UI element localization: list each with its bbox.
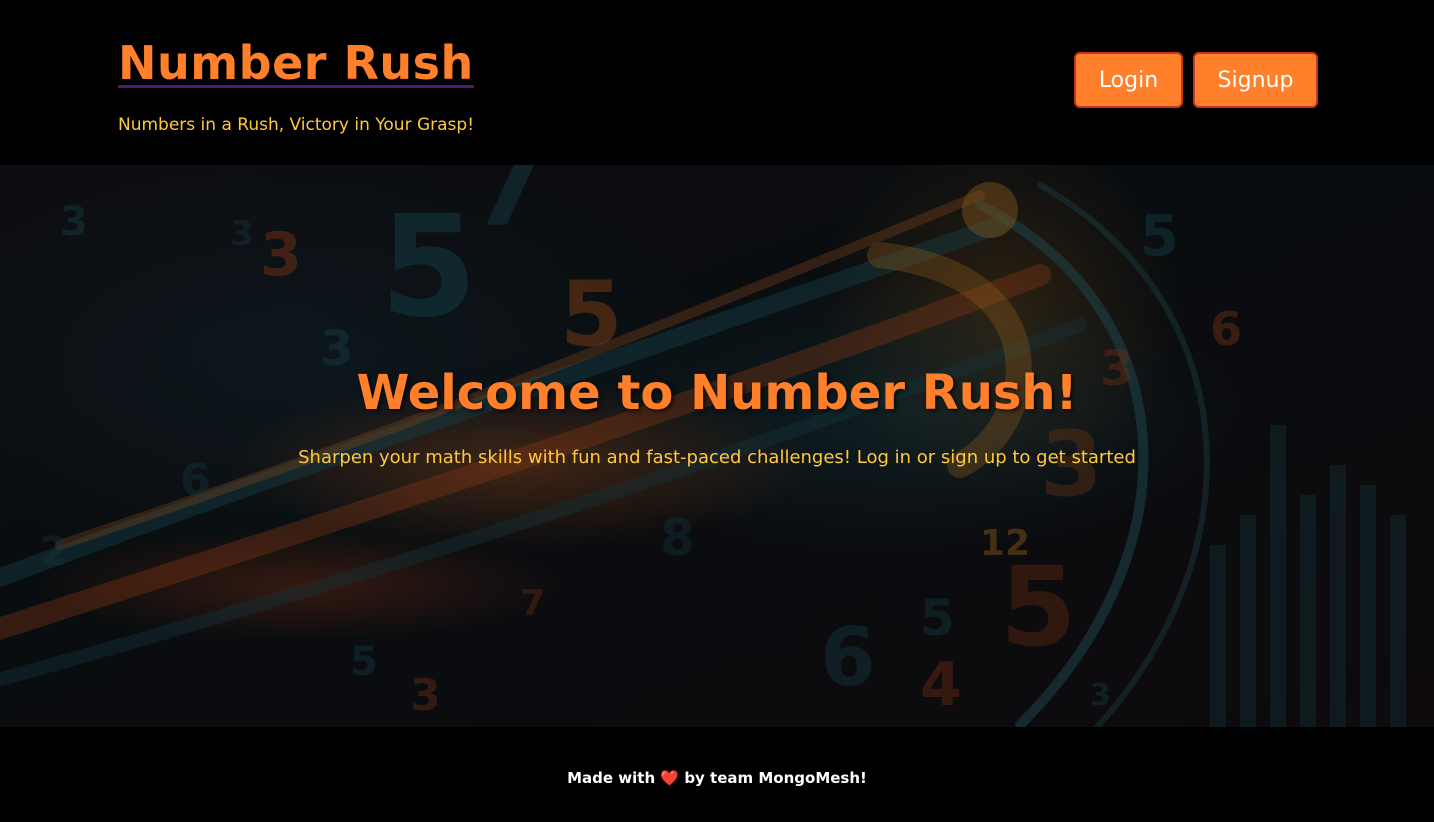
hero-subtitle: Sharpen your math skills with fun and fa… (298, 447, 1136, 468)
site-header: Number Rush Numbers in a Rush, Victory i… (0, 0, 1434, 165)
footer-suffix: by team MongoMesh! (684, 769, 867, 787)
footer-credit: Made with ❤️ by team MongoMesh! (0, 769, 1434, 787)
site-footer: Made with ❤️ by team MongoMesh! (0, 727, 1434, 822)
login-button[interactable]: Login (1074, 52, 1183, 108)
hero-title: Welcome to Number Rush! (356, 365, 1078, 421)
heart-icon: ❤️ (660, 769, 680, 787)
signup-button[interactable]: Signup (1193, 52, 1318, 108)
hero-dim-overlay (0, 165, 1434, 727)
hero-section: 5 7 5 3 3 3 5 6 3 3 5 6 5 4 5 3 6 2 12 3… (0, 165, 1434, 727)
brand-logo-link[interactable]: Number Rush (118, 36, 474, 90)
footer-prefix: Made with (567, 769, 656, 787)
tagline: Numbers in a Rush, Victory in Your Grasp… (118, 115, 475, 135)
